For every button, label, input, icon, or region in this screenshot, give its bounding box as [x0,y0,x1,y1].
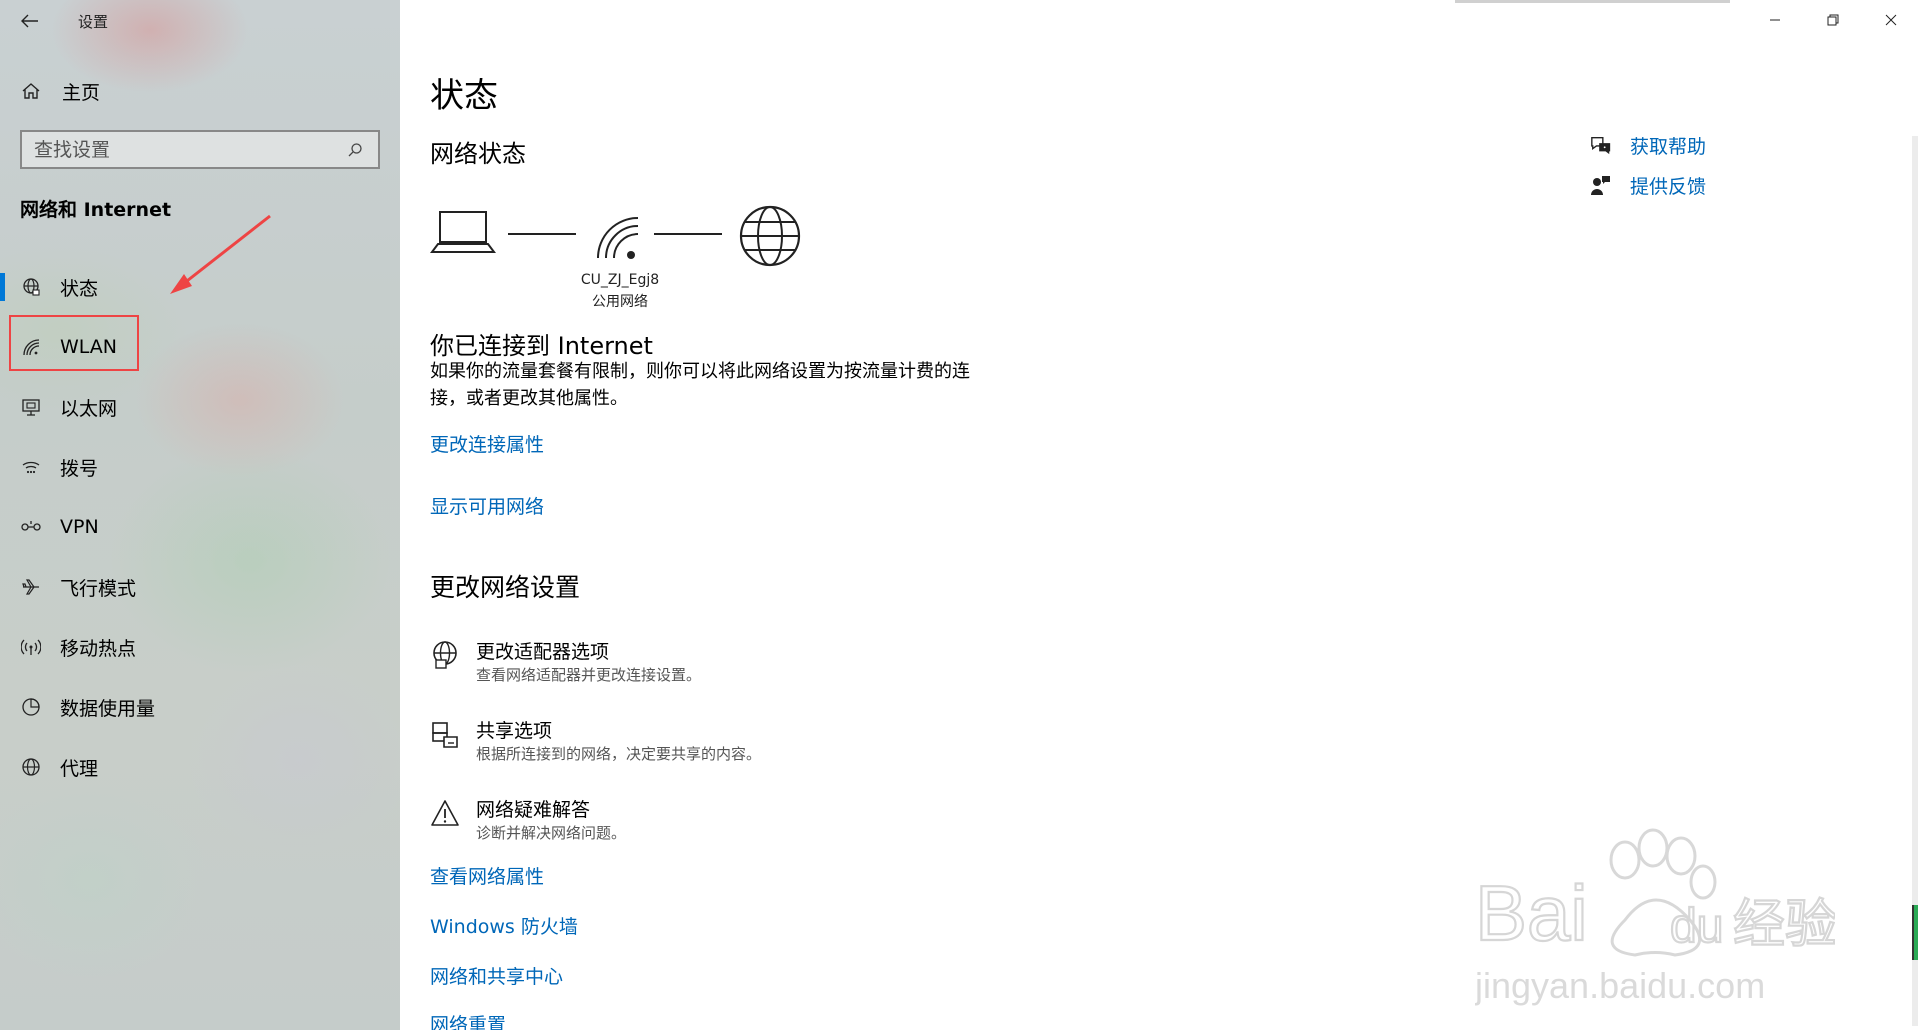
sidebar-item-label: 以太网 [60,397,118,420]
setting-adapter-options[interactable]: 更改适配器选项 查看网络适配器并更改连接设置。 [430,640,701,686]
close-button[interactable] [1862,0,1920,40]
restore-icon [1827,14,1839,26]
connected-description: 如果你的流量套餐有限制，则你可以将此网络设置为按流量计费的连接，或者更改其他属性… [430,361,970,409]
scrollbar-thumb[interactable] [1912,905,1918,960]
minimize-button[interactable] [1746,0,1804,40]
nav-list: 状态 WLAN 以太网 拨号 VPN 飞行模式 移动热点 数据使用量 代理 [0,257,400,797]
connected-title: 你已连接到 Internet [430,332,653,360]
sharing-icon [430,719,460,749]
laptop-icon [430,211,496,253]
minimize-icon [1770,19,1780,21]
sidebar-item-ethernet[interactable]: 以太网 [0,377,400,437]
network-type: 公用网络 [592,294,648,310]
close-icon [1885,14,1897,26]
sidebar-item-label: 状态 [60,277,99,300]
sidebar-item-label: 飞行模式 [60,577,137,600]
vpn-icon [20,516,42,538]
svg-text:Bai: Bai [1475,869,1588,957]
network-diagram-graphic [430,205,801,267]
sidebar-item-data-usage[interactable]: 数据使用量 [0,677,400,737]
search-box[interactable] [20,130,380,169]
page-title: 状态 [430,76,498,116]
hotspot-icon [20,636,42,658]
restore-button[interactable] [1804,0,1862,40]
change-connection-properties-link[interactable]: 更改连接属性 [430,430,544,457]
sidebar-item-vpn[interactable]: VPN [0,497,400,557]
sidebar-item-label: 移动热点 [60,637,137,660]
sidebar-item-wlan[interactable]: WLAN [0,317,400,377]
get-help-row[interactable]: 获取帮助 [1590,125,1706,165]
home-icon [20,80,42,102]
network-diagram: CU_ZJ_Egj8 公用网络 [430,200,830,310]
setting-sharing-options[interactable]: 共享选项 根据所连接到的网络，决定要共享的内容。 [430,719,761,765]
network-reset-link[interactable]: 网络重置 [430,1010,506,1030]
help-panel: 获取帮助 提供反馈 [1590,125,1706,205]
feedback-row[interactable]: 提供反馈 [1590,165,1706,205]
network-wifi-icon [597,217,639,259]
back-button[interactable] [18,9,42,33]
dialup-icon [20,456,42,478]
home-nav[interactable]: 主页 [20,76,100,106]
setting-title: 网络疑难解答 [476,799,591,821]
sidebar-item-label: 拨号 [60,457,99,480]
show-available-networks-link[interactable]: 显示可用网络 [430,492,544,519]
setting-description: 查看网络适配器并更改连接设置。 [476,666,702,684]
search-input[interactable] [34,138,344,161]
sidebar-item-dialup[interactable]: 拨号 [0,437,400,497]
main-content: 状态 网络状态 CU_ZJ_Egj8 公用网络 你已连接到 Internet 如… [400,0,1920,1030]
adapter-icon [430,640,460,670]
setting-troubleshoot[interactable]: 网络疑难解答 诊断并解决网络问题。 [430,798,626,844]
section-title: 网络和 Internet [20,199,172,221]
setting-description: 诊断并解决网络问题。 [476,824,627,842]
data-usage-icon [20,696,42,718]
feedback-person-icon [1590,174,1612,196]
home-label: 主页 [62,81,101,104]
back-arrow-icon [21,14,38,28]
view-network-properties-link[interactable]: 查看网络属性 [430,862,544,889]
top-divider [1455,0,1730,3]
sidebar-item-label: WLAN [60,336,118,358]
feedback-link[interactable]: 提供反馈 [1630,172,1706,199]
sidebar: 设置 主页 网络和 Internet 状态 WLAN [0,0,400,1030]
airplane-icon [20,576,42,598]
windows-firewall-link[interactable]: Windows 防火墙 [430,912,578,939]
setting-title: 共享选项 [476,720,553,742]
scrollbar-track[interactable] [1912,136,1918,1026]
setting-description: 根据所连接到的网络，决定要共享的内容。 [476,745,762,763]
baidu-watermark-icon: Bai du 经验 jingyan.baidu.com [1475,828,1835,1006]
proxy-globe-icon [20,756,42,778]
sidebar-item-airplane[interactable]: 飞行模式 [0,557,400,617]
sidebar-item-label: 代理 [60,757,99,780]
change-network-settings-heading: 更改网络设置 [430,573,581,602]
network-sharing-center-link[interactable]: 网络和共享中心 [430,962,563,989]
sidebar-item-status[interactable]: 状态 [0,257,400,317]
ethernet-icon [20,396,42,418]
svg-text:jingyan.baidu.com: jingyan.baidu.com [1475,965,1765,1006]
globe-status-icon [20,276,42,298]
wifi-icon [20,336,42,358]
sidebar-item-proxy[interactable]: 代理 [0,737,400,797]
window-controls [1746,0,1920,40]
get-help-link[interactable]: 获取帮助 [1630,132,1706,159]
internet-globe-icon [739,205,801,267]
sidebar-item-label: VPN [60,516,99,538]
svg-text:du: du [1670,900,1723,953]
sidebar-item-hotspot[interactable]: 移动热点 [0,617,400,677]
svg-text:经验: 经验 [1733,895,1835,955]
network-ssid: CU_ZJ_Egj8 [580,272,660,288]
warning-icon [430,798,460,828]
window-title: 设置 [78,13,109,31]
sidebar-item-label: 数据使用量 [60,697,156,720]
help-chat-icon [1590,134,1612,156]
setting-title: 更改适配器选项 [476,641,610,663]
network-status-heading: 网络状态 [430,140,526,168]
search-icon[interactable] [344,139,366,161]
